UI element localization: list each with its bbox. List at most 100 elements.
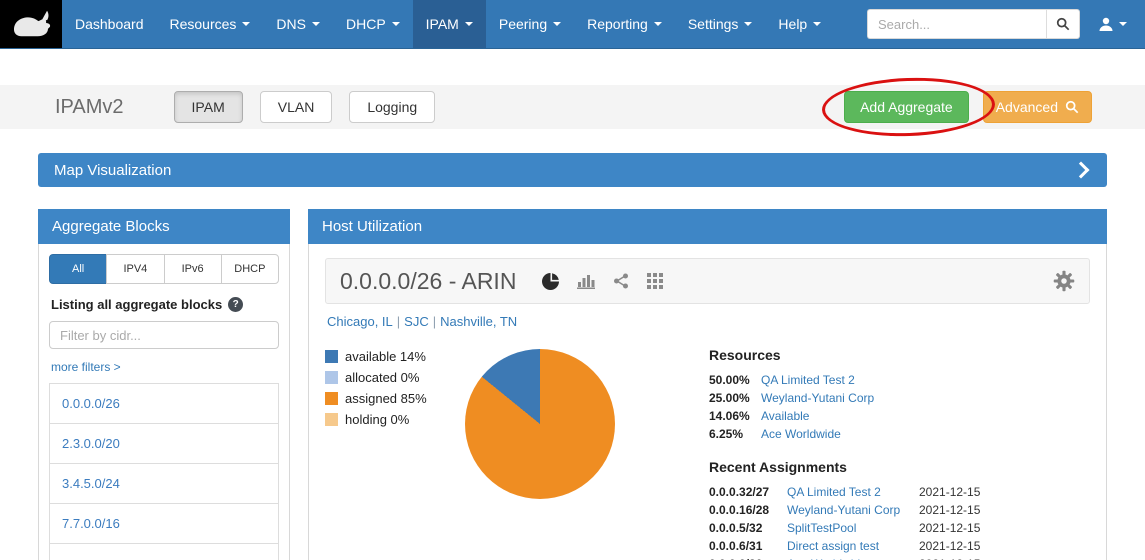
add-aggregate-button[interactable]: Add Aggregate <box>844 91 969 123</box>
block-subject: 0.0.0.0/26 - ARIN <box>340 268 516 295</box>
nav-item-help[interactable]: Help <box>765 0 834 48</box>
caret-down-icon <box>312 22 320 30</box>
resource-row: 25.00%Weyland-Yutani Corp <box>709 391 989 405</box>
location-link-sjc[interactable]: SJC <box>404 314 429 329</box>
page-toolbar: IPAMv2 IPAM VLAN Logging Add Aggregate A… <box>0 85 1145 129</box>
legend-item-assigned: assigned 85% <box>325 391 455 406</box>
aggregate-block-list: 0.0.0.0/26 2.3.0.0/20 3.4.5.0/24 7.7.0.0… <box>49 383 279 560</box>
add-aggregate-annotation-wrap: Add Aggregate <box>844 91 969 123</box>
legend-swatch-holding <box>325 413 338 426</box>
assignment-date: 2021-12-15 <box>919 539 989 553</box>
nav-label: Help <box>778 16 807 32</box>
resource-pct: 25.00% <box>709 391 761 405</box>
nav-label: Settings <box>688 16 739 32</box>
nav-item-dashboard[interactable]: Dashboard <box>62 0 157 48</box>
navbar-right <box>867 0 1145 48</box>
assignment-row: 0.0.0.5/32SplitTestPool2021-12-15 <box>709 521 989 535</box>
caret-down-icon <box>392 22 400 30</box>
list-item[interactable]: 3.4.5.0/24 <box>50 464 278 504</box>
nav-label: IPAM <box>426 16 459 32</box>
assignment-cidr: 0.0.0.16/28 <box>709 503 787 517</box>
utilization-content: available 14% allocated 0% assigned 85% … <box>325 335 1090 560</box>
list-item[interactable]: 0.0.0.0/26 <box>50 384 278 424</box>
bar-chart-icon[interactable] <box>577 273 595 289</box>
nav-label: DNS <box>276 16 306 32</box>
search-icon <box>1056 17 1070 31</box>
tab-vlan[interactable]: VLAN <box>260 91 333 123</box>
caret-down-icon <box>654 22 662 30</box>
nav-item-dhcp[interactable]: DHCP <box>333 0 413 48</box>
resource-link[interactable]: Available <box>761 409 809 423</box>
filter-tab-dhcp[interactable]: DHCP <box>221 254 279 284</box>
cidr-filter-input[interactable] <box>49 321 279 349</box>
nav-menu: Dashboard Resources DNS DHCP IPAM Peerin… <box>62 0 834 48</box>
aggregate-blocks-body: All IPV4 IPv6 DHCP Listing all aggregate… <box>38 244 290 560</box>
filter-tab-ipv4[interactable]: IPV4 <box>106 254 164 284</box>
tab-ipam[interactable]: IPAM <box>174 91 243 123</box>
help-icon[interactable]: ? <box>228 297 243 312</box>
pie-chart-icon[interactable] <box>542 273 559 290</box>
caret-down-icon <box>465 22 473 30</box>
map-visualization-title: Map Visualization <box>54 162 171 179</box>
user-icon <box>1098 16 1114 32</box>
top-navbar: Dashboard Resources DNS DHCP IPAM Peerin… <box>0 0 1145 49</box>
resource-pct: 50.00% <box>709 373 761 387</box>
block-filter-tabs: All IPV4 IPv6 DHCP <box>49 254 279 284</box>
location-link-chicago[interactable]: Chicago, IL <box>327 314 393 329</box>
search-icon <box>1065 100 1079 114</box>
filter-tab-all[interactable]: All <box>49 254 107 284</box>
resource-link[interactable]: Weyland-Yutani Corp <box>761 391 874 405</box>
resource-row: 14.06%Available <box>709 409 989 423</box>
resource-link[interactable]: QA Limited Test 2 <box>761 373 855 387</box>
assignment-link[interactable]: Weyland-Yutani Corp <box>787 503 919 517</box>
user-menu[interactable] <box>1090 16 1135 32</box>
tab-logging[interactable]: Logging <box>349 91 435 123</box>
nav-item-settings[interactable]: Settings <box>675 0 766 48</box>
share-icon[interactable] <box>613 273 629 289</box>
assignment-row: 0.0.0.32/27QA Limited Test 22021-12-15 <box>709 485 989 499</box>
nav-item-dns[interactable]: DNS <box>263 0 333 48</box>
nav-item-ipam[interactable]: IPAM <box>413 0 486 48</box>
more-filters-link[interactable]: more filters > <box>51 360 121 374</box>
location-link-nashville[interactable]: Nashville, TN <box>440 314 517 329</box>
legend-item-holding: holding 0% <box>325 412 455 427</box>
separator: | <box>393 314 404 329</box>
list-item[interactable] <box>50 544 278 560</box>
nav-item-peering[interactable]: Peering <box>486 0 574 48</box>
assignment-link[interactable]: Direct assign test <box>787 539 919 553</box>
legend-label: allocated 0% <box>345 370 419 385</box>
utilization-subheader: 0.0.0.0/26 - ARIN <box>325 258 1090 304</box>
assignment-link[interactable]: QA Limited Test 2 <box>787 485 919 499</box>
caret-down-icon <box>1119 22 1127 30</box>
nav-item-resources[interactable]: Resources <box>157 0 264 48</box>
pie-legend: available 14% allocated 0% assigned 85% … <box>325 335 455 560</box>
search-group <box>867 9 1080 39</box>
grid-icon[interactable] <box>647 273 663 289</box>
legend-label: holding 0% <box>345 412 409 427</box>
map-visualization-bar[interactable]: Map Visualization <box>38 153 1107 187</box>
gear-icon[interactable] <box>1053 270 1075 292</box>
rhino-icon <box>8 7 54 41</box>
resource-link[interactable]: Ace Worldwide <box>761 427 841 441</box>
resource-pct: 6.25% <box>709 427 761 441</box>
view-toggle-icons <box>542 273 663 290</box>
caret-down-icon <box>813 22 821 30</box>
rhino-logo[interactable] <box>0 0 62 48</box>
search-button[interactable] <box>1046 9 1080 39</box>
nav-item-reporting[interactable]: Reporting <box>574 0 675 48</box>
assignment-cidr: 0.0.0.32/27 <box>709 485 787 499</box>
filter-tab-ipv6[interactable]: IPv6 <box>164 254 222 284</box>
chevron-right-icon <box>1073 162 1090 179</box>
host-utilization-panel: Host Utilization 0.0.0.0/26 - ARIN <box>308 209 1107 560</box>
list-item[interactable]: 2.3.0.0/20 <box>50 424 278 464</box>
assignment-row: 0.0.0.16/28Weyland-Yutani Corp2021-12-15 <box>709 503 989 517</box>
utilization-pie <box>465 349 615 499</box>
assignment-cidr: 0.0.0.6/31 <box>709 539 787 553</box>
host-utilization-header: Host Utilization <box>308 209 1107 244</box>
search-input[interactable] <box>867 9 1046 39</box>
recent-assignments-heading: Recent Assignments <box>709 459 989 475</box>
assignment-cidr: 0.0.0.5/32 <box>709 521 787 535</box>
list-item[interactable]: 7.7.0.0/16 <box>50 504 278 544</box>
assignment-link[interactable]: SplitTestPool <box>787 521 919 535</box>
advanced-button[interactable]: Advanced <box>983 91 1092 123</box>
